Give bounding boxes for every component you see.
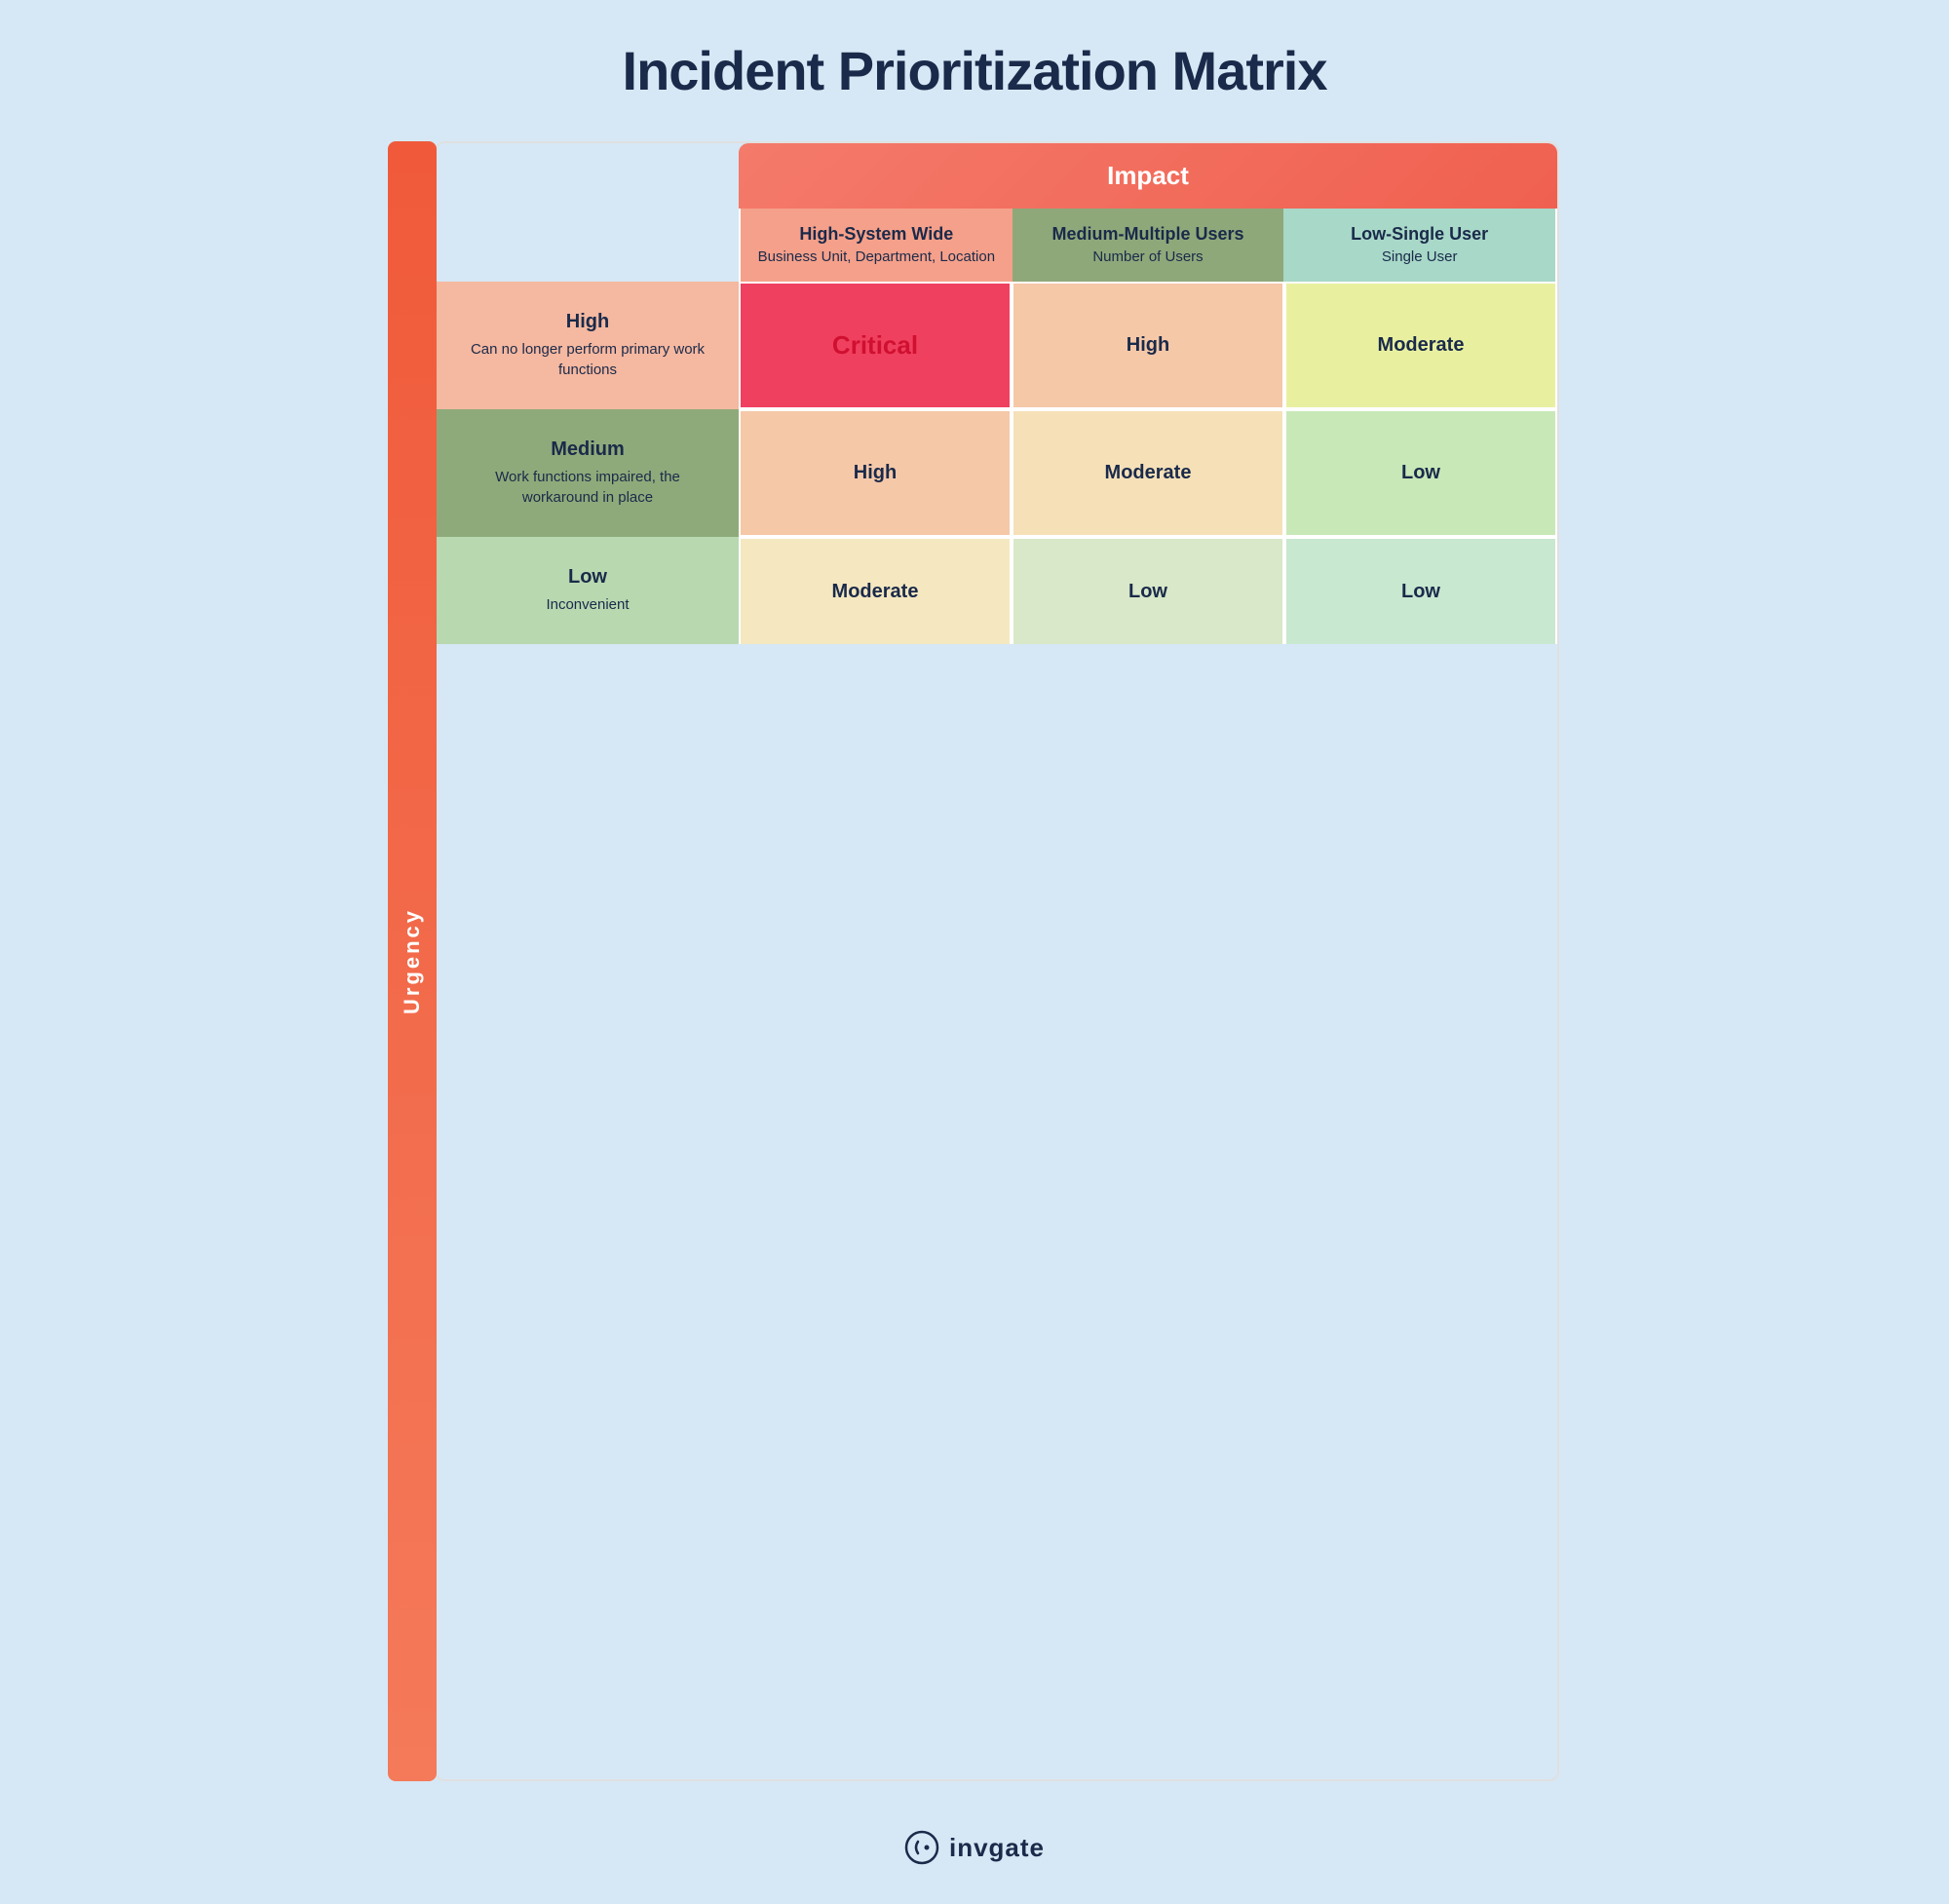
row-low-sub: Inconvenient xyxy=(546,594,629,615)
col-medium-title: Medium-Multiple Users xyxy=(1024,224,1273,245)
footer: invgate xyxy=(904,1830,1045,1865)
row-low-title: Low xyxy=(568,566,607,589)
cell-moderate-row0-col2: Moderate xyxy=(1284,282,1557,409)
cell-low-row2-col2: Low xyxy=(1284,537,1557,644)
cell-critical: Critical xyxy=(739,282,1012,409)
row-label-medium: Medium Work functions impaired, the work… xyxy=(437,409,739,537)
page-title: Incident Prioritization Matrix xyxy=(623,39,1327,102)
cell-moderate-row1-col1: Moderate xyxy=(1012,409,1284,537)
row-medium-sub: Work functions impaired, the workaround … xyxy=(456,467,719,508)
row-high-sub: Can no longer perform primary work funct… xyxy=(456,339,719,380)
col-header-spacer xyxy=(437,209,739,282)
data-row-medium: Medium Work functions impaired, the work… xyxy=(437,409,1557,537)
col-high-title: High-System Wide xyxy=(752,224,1001,245)
brand-name: invgate xyxy=(949,1833,1045,1863)
row-medium-title: Medium xyxy=(551,438,625,461)
impact-header-spacer xyxy=(437,143,739,209)
brand-icon xyxy=(904,1830,939,1865)
impact-header-row: Impact xyxy=(437,143,1557,209)
col-low-sub: Single User xyxy=(1382,248,1458,265)
cell-high-row0-col1: High xyxy=(1012,282,1284,409)
col-low-title: Low-Single User xyxy=(1295,224,1544,245)
cell-low-row2-col1: Low xyxy=(1012,537,1284,644)
col-header-medium: Medium-Multiple Users Number of Users xyxy=(1013,209,1284,282)
data-row-low: Low Inconvenient Moderate Low Low xyxy=(437,537,1557,644)
row-label-high: High Can no longer perform primary work … xyxy=(437,282,739,409)
col-high-sub: Business Unit, Department, Location xyxy=(758,248,995,265)
col-header-high: High-System Wide Business Unit, Departme… xyxy=(739,209,1013,282)
row-high-title: High xyxy=(566,311,609,333)
col-medium-sub: Number of Users xyxy=(1092,248,1203,265)
matrix-container: Urgency Impact High-System Wide Business… xyxy=(390,141,1559,1781)
matrix-grid: Impact High-System Wide Business Unit, D… xyxy=(435,141,1559,1781)
urgency-label-wrapper: Urgency xyxy=(390,141,435,1781)
data-row-high: High Can no longer perform primary work … xyxy=(437,282,1557,409)
cell-moderate-row2-col0: Moderate xyxy=(739,537,1012,644)
col-header-low: Low-Single User Single User xyxy=(1283,209,1557,282)
impact-header-cell: Impact xyxy=(739,143,1557,209)
page-wrapper: Incident Prioritization Matrix Urgency I… xyxy=(390,39,1559,1865)
data-rows: High Can no longer perform primary work … xyxy=(437,282,1557,644)
cell-high-row1-col0: High xyxy=(739,409,1012,537)
row-label-low: Low Inconvenient xyxy=(437,537,739,644)
col-headers-row: High-System Wide Business Unit, Departme… xyxy=(437,209,1557,282)
matrix-body: Urgency Impact High-System Wide Business… xyxy=(390,141,1559,1781)
cell-low-row1-col2: Low xyxy=(1284,409,1557,537)
urgency-label: Urgency xyxy=(388,141,437,1781)
